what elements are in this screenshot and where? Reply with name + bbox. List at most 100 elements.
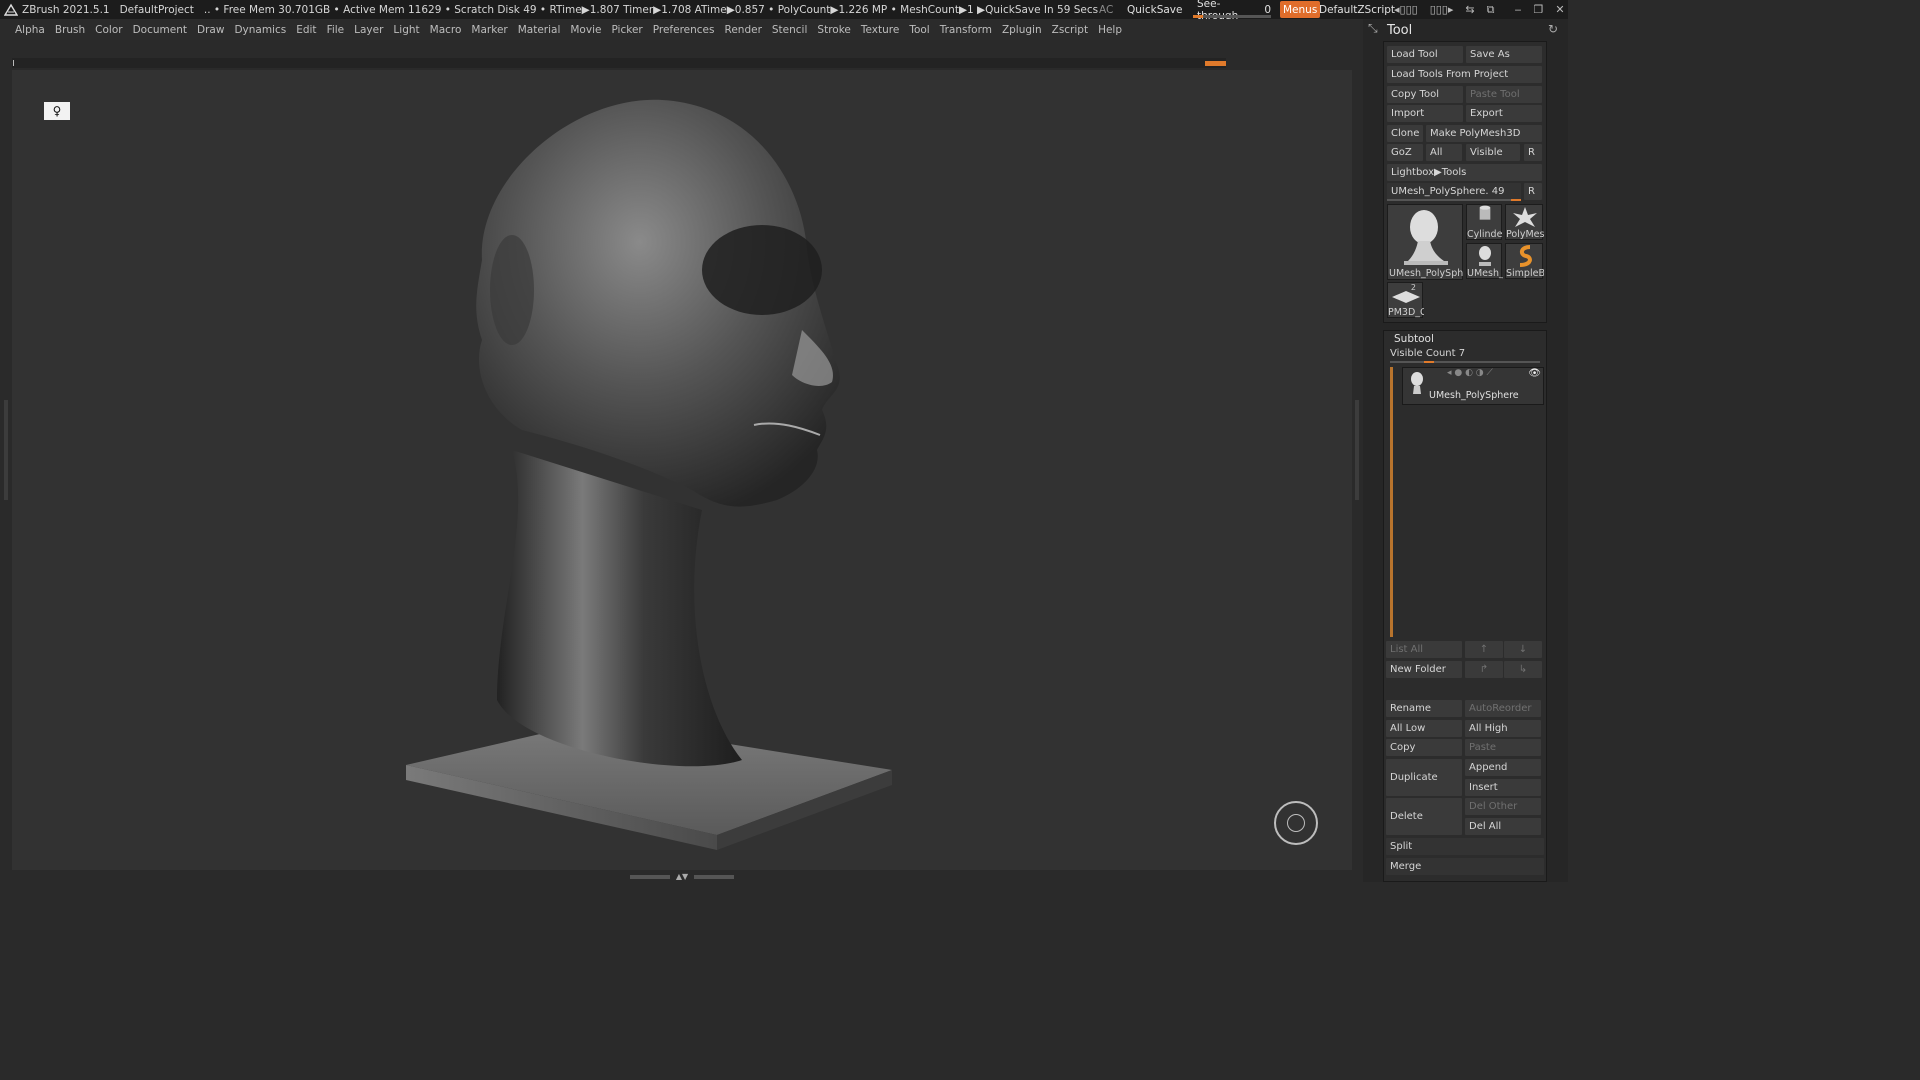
menu-help[interactable]: Help (1098, 24, 1122, 36)
quicksave-button[interactable]: QuickSave (1127, 0, 1182, 19)
autoreorder-button[interactable]: AutoReorder (1465, 700, 1541, 717)
minimize-icon[interactable]: ‒ (1514, 3, 1521, 16)
menu-texture[interactable]: Texture (861, 24, 899, 36)
delete-button[interactable]: Delete (1386, 798, 1462, 835)
menu-macro[interactable]: Macro (430, 24, 462, 36)
menu-file[interactable]: File (327, 24, 345, 36)
export-button[interactable]: Export (1466, 105, 1542, 122)
current-tool-r-button[interactable]: R (1524, 183, 1542, 200)
menu-alpha[interactable]: Alpha (15, 24, 45, 36)
paste-tool-button[interactable]: Paste Tool (1466, 86, 1542, 103)
restore-icon[interactable]: ❐ (1533, 3, 1543, 16)
status-stats: .. • Free Mem 30.701GB • Active Mem 1162… (203, 3, 1099, 16)
subtool-eye-icon[interactable]: 👁 (1528, 368, 1541, 379)
del-other-button[interactable]: Del Other (1465, 798, 1541, 815)
clone-button[interactable]: Clone (1387, 125, 1423, 142)
split-header[interactable]: Split (1386, 838, 1544, 855)
menus-button[interactable]: Menus (1280, 1, 1321, 18)
right-tray-handle[interactable] (1355, 400, 1359, 500)
del-all-button[interactable]: Del All (1465, 818, 1541, 835)
copy-button[interactable]: Copy (1386, 739, 1462, 756)
project-name[interactable]: DefaultProject (120, 4, 194, 16)
all-low-button[interactable]: All Low (1386, 720, 1462, 737)
default-zscript-button[interactable]: DefaultZScript (1319, 0, 1395, 19)
bottom-tray-handle[interactable]: ▲▼ (630, 873, 734, 881)
menu-render[interactable]: Render (725, 24, 762, 36)
menu-layer[interactable]: Layer (354, 24, 383, 36)
close-icon[interactable]: ✕ (1555, 3, 1564, 16)
navigation-gizmo-icon[interactable] (1274, 801, 1318, 845)
menu-color[interactable]: Color (95, 24, 122, 36)
goz-visible-button[interactable]: Visible (1466, 144, 1520, 161)
menu-transform[interactable]: Transform (940, 24, 992, 36)
new-folder-button[interactable]: New Folder (1386, 661, 1462, 678)
menu-picker[interactable]: Picker (611, 24, 642, 36)
menu-material[interactable]: Material (518, 24, 561, 36)
menu-edit[interactable]: Edit (296, 24, 316, 36)
subtool-scrollbar[interactable] (1390, 367, 1393, 637)
move-down-arrow-icon[interactable]: ↓ (1504, 641, 1542, 658)
tool-thumb-cylinder[interactable]: Cylinder (1466, 204, 1503, 240)
top-shelf-strip[interactable] (12, 58, 1226, 68)
import-button[interactable]: Import (1387, 105, 1463, 122)
layout-left-icon[interactable]: ◂▯▯▯ (1394, 3, 1418, 16)
goz-button[interactable]: GoZ (1387, 144, 1423, 161)
current-tool-slider[interactable]: UMesh_PolySphere. 49 (1387, 183, 1521, 200)
menu-movie[interactable]: Movie (570, 24, 601, 36)
goz-r-button[interactable]: R (1524, 144, 1542, 161)
subtool-item[interactable]: 👁 ◂ ● ◐ ◑ ⟋ UMesh_PolySphere (1402, 367, 1544, 405)
tool-thumb-pm3d[interactable]: 2 PM3D_C (1387, 282, 1424, 318)
perspective-camera-icon[interactable]: ♀ (44, 102, 70, 120)
ac-label[interactable]: AC (1099, 0, 1113, 19)
pin-icon[interactable]: ⤡ (1368, 21, 1378, 36)
menu-stroke[interactable]: Stroke (817, 24, 850, 36)
menu-zplugin[interactable]: Zplugin (1002, 24, 1042, 36)
menu-light[interactable]: Light (393, 24, 419, 36)
see-through-track[interactable] (1193, 15, 1271, 18)
paste-button[interactable]: Paste (1465, 739, 1541, 756)
tool-thumb-umesh[interactable]: UMesh_ (1466, 243, 1503, 279)
merge-header[interactable]: Merge (1386, 858, 1544, 875)
save-as-button[interactable]: Save As (1466, 46, 1542, 63)
layout-right-icon[interactable]: ▯▯▯▸ (1430, 3, 1454, 16)
rename-button[interactable]: Rename (1386, 700, 1462, 717)
folder-out-arrow-icon[interactable]: ↳ (1504, 661, 1542, 678)
menu-document[interactable]: Document (133, 24, 187, 36)
window-tile-icon[interactable]: ⧉ (1487, 3, 1495, 17)
move-up-arrow-icon[interactable]: ↑ (1465, 641, 1503, 658)
append-button[interactable]: Append (1465, 759, 1541, 776)
tool-thumb-label: PM3D_C (1388, 307, 1424, 318)
all-high-button[interactable]: All High (1465, 720, 1541, 737)
load-tools-from-project-button[interactable]: Load Tools From Project (1387, 66, 1542, 83)
make-polymesh3d-button[interactable]: Make PolyMesh3D (1426, 125, 1542, 142)
folder-in-arrow-icon[interactable]: ↱ (1465, 661, 1503, 678)
window-controls: ◂▯▯▯ ▯▯▯▸ ⇆ ⧉ ‒ ❐ ✕ (1394, 0, 1565, 19)
left-tray-handle[interactable] (4, 400, 8, 500)
document-canvas[interactable]: ♀ (12, 70, 1352, 870)
tool-thumb-simplebrush[interactable]: SimpleB (1505, 243, 1544, 279)
list-all-button[interactable]: List All (1386, 641, 1462, 658)
reset-icon[interactable]: ↻ (1548, 22, 1558, 36)
tool-thumb-umesh-polysphere[interactable]: UMesh_PolySphe (1387, 204, 1463, 280)
subtool-header[interactable]: Subtool (1394, 333, 1434, 345)
window-swap-icon[interactable]: ⇆ (1465, 3, 1474, 16)
lightbox-tools-button[interactable]: Lightbox▶Tools (1387, 164, 1542, 181)
subtool-toggle-icons[interactable]: ◂ ● ◐ ◑ ⟋ (1447, 368, 1493, 378)
duplicate-button[interactable]: Duplicate (1386, 759, 1462, 796)
copy-tool-button[interactable]: Copy Tool (1387, 86, 1463, 103)
menu-preferences[interactable]: Preferences (653, 24, 715, 36)
menu-tool[interactable]: Tool (909, 24, 929, 36)
visible-count-slider[interactable]: Visible Count 7 (1390, 348, 1465, 359)
menu-brush[interactable]: Brush (55, 24, 85, 36)
menu-dynamics[interactable]: Dynamics (234, 24, 286, 36)
menu-zscript[interactable]: Zscript (1052, 24, 1088, 36)
insert-button[interactable]: Insert (1465, 779, 1541, 796)
load-tool-button[interactable]: Load Tool (1387, 46, 1463, 63)
menu-marker[interactable]: Marker (471, 24, 507, 36)
see-through-slider[interactable]: See-through 0 (1193, 0, 1271, 22)
menu-draw[interactable]: Draw (197, 24, 224, 36)
menu-stencil[interactable]: Stencil (772, 24, 808, 36)
goz-all-button[interactable]: All (1426, 144, 1462, 161)
tool-panel-header[interactable]: ⤡ Tool ↻ (1363, 19, 1568, 41)
tool-thumb-polymesh[interactable]: PolyMes (1505, 204, 1544, 240)
